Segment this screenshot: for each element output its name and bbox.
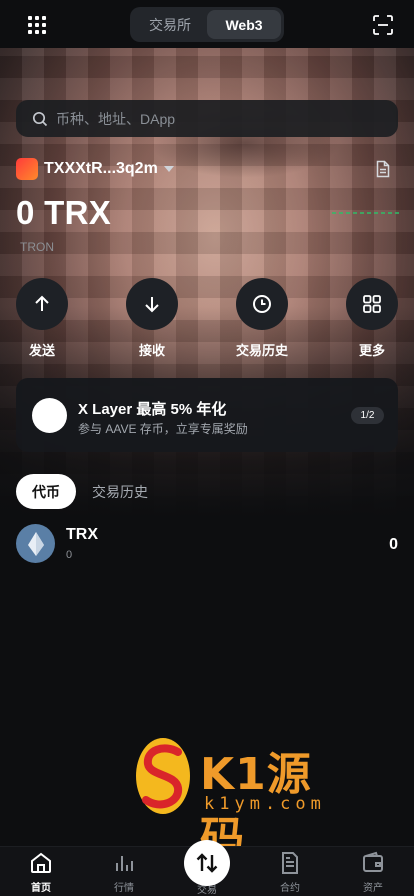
promo-banner[interactable]: X Layer 最高 5% 年化 参与 AAVE 存币，立享专属奖励 1/2 xyxy=(16,378,398,452)
history-circle xyxy=(236,278,288,330)
tab-tokens[interactable]: 代币 xyxy=(16,474,76,509)
wallet-balance: 0 TRX xyxy=(16,194,112,231)
token-symbol: TRX xyxy=(66,526,98,543)
wallet-name: TXXXtR...3q2m xyxy=(44,160,158,177)
nav-futures[interactable]: 合约 xyxy=(249,847,331,896)
arrow-down-icon xyxy=(145,297,159,313)
receive-circle xyxy=(126,278,178,330)
nav-home-label: 首页 xyxy=(31,883,51,894)
trx-token-icon xyxy=(16,524,55,563)
token-subtext: 0 xyxy=(66,549,73,561)
wallet-avatar xyxy=(16,158,38,180)
history-label: 交易历史 xyxy=(235,343,288,358)
crystal-icon xyxy=(27,531,44,556)
wallet-selector[interactable]: TXXXtR...3q2m xyxy=(16,158,174,180)
token-amount: 0 xyxy=(389,536,398,553)
apps-grid-icon[interactable] xyxy=(28,16,46,34)
scan-icon[interactable] xyxy=(373,15,393,35)
wallet-icon xyxy=(363,851,383,872)
asset-tabs: 代币 交易历史 xyxy=(16,474,164,509)
banner-subtitle: 参与 AAVE 存币，立享专属奖励 xyxy=(78,422,248,436)
segment-web3[interactable]: Web3 xyxy=(207,10,281,39)
nav-market[interactable]: 行情 xyxy=(83,847,165,896)
watermark-url: k1ym.com xyxy=(204,794,326,814)
nav-assets-label: 资产 xyxy=(363,883,383,894)
search-input[interactable] xyxy=(56,110,356,127)
token-row[interactable]: TRX 0 0 xyxy=(16,524,398,566)
top-bar: 交易所 Web3 xyxy=(0,0,414,48)
watermark: K1源码 k1ym.com xyxy=(134,734,354,864)
nav-futures-label: 合约 xyxy=(280,883,300,894)
more-button[interactable]: 更多 xyxy=(332,278,412,359)
clock-icon xyxy=(253,295,271,313)
send-label: 发送 xyxy=(28,343,55,358)
more-label: 更多 xyxy=(358,343,385,358)
nav-home[interactable]: 首页 xyxy=(0,847,82,896)
banner-title: X Layer 最高 5% 年化 xyxy=(78,401,227,418)
watermark-logo-icon xyxy=(136,738,190,814)
bar-chart-icon xyxy=(116,856,133,871)
arrow-up-icon xyxy=(35,295,49,311)
segment-exchange[interactable]: 交易所 xyxy=(133,10,207,39)
send-circle xyxy=(16,278,68,330)
document-list-icon xyxy=(282,852,298,874)
receive-label: 接收 xyxy=(138,343,165,358)
receive-button[interactable]: 接收 xyxy=(112,278,192,359)
balance-sparkline xyxy=(332,212,400,214)
swap-arrows-icon xyxy=(196,853,218,873)
trade-button[interactable] xyxy=(184,840,230,886)
send-button[interactable]: 发送 xyxy=(2,278,82,359)
banner-pager: 1/2 xyxy=(351,407,384,424)
grid-icon xyxy=(363,295,381,313)
nav-market-label: 行情 xyxy=(114,883,134,894)
search-bar[interactable] xyxy=(16,100,398,137)
tab-transaction-history[interactable]: 交易历史 xyxy=(76,474,164,509)
history-button[interactable]: 交易历史 xyxy=(222,278,302,359)
chevron-down-icon xyxy=(163,166,174,172)
home-icon xyxy=(31,852,51,873)
mode-switch: 交易所 Web3 xyxy=(130,7,284,42)
search-icon xyxy=(32,111,48,126)
chain-name: TRON xyxy=(20,240,54,254)
more-circle xyxy=(346,278,398,330)
banner-logo xyxy=(32,398,67,433)
nav-assets[interactable]: 资产 xyxy=(332,847,414,896)
document-icon[interactable] xyxy=(374,160,392,178)
